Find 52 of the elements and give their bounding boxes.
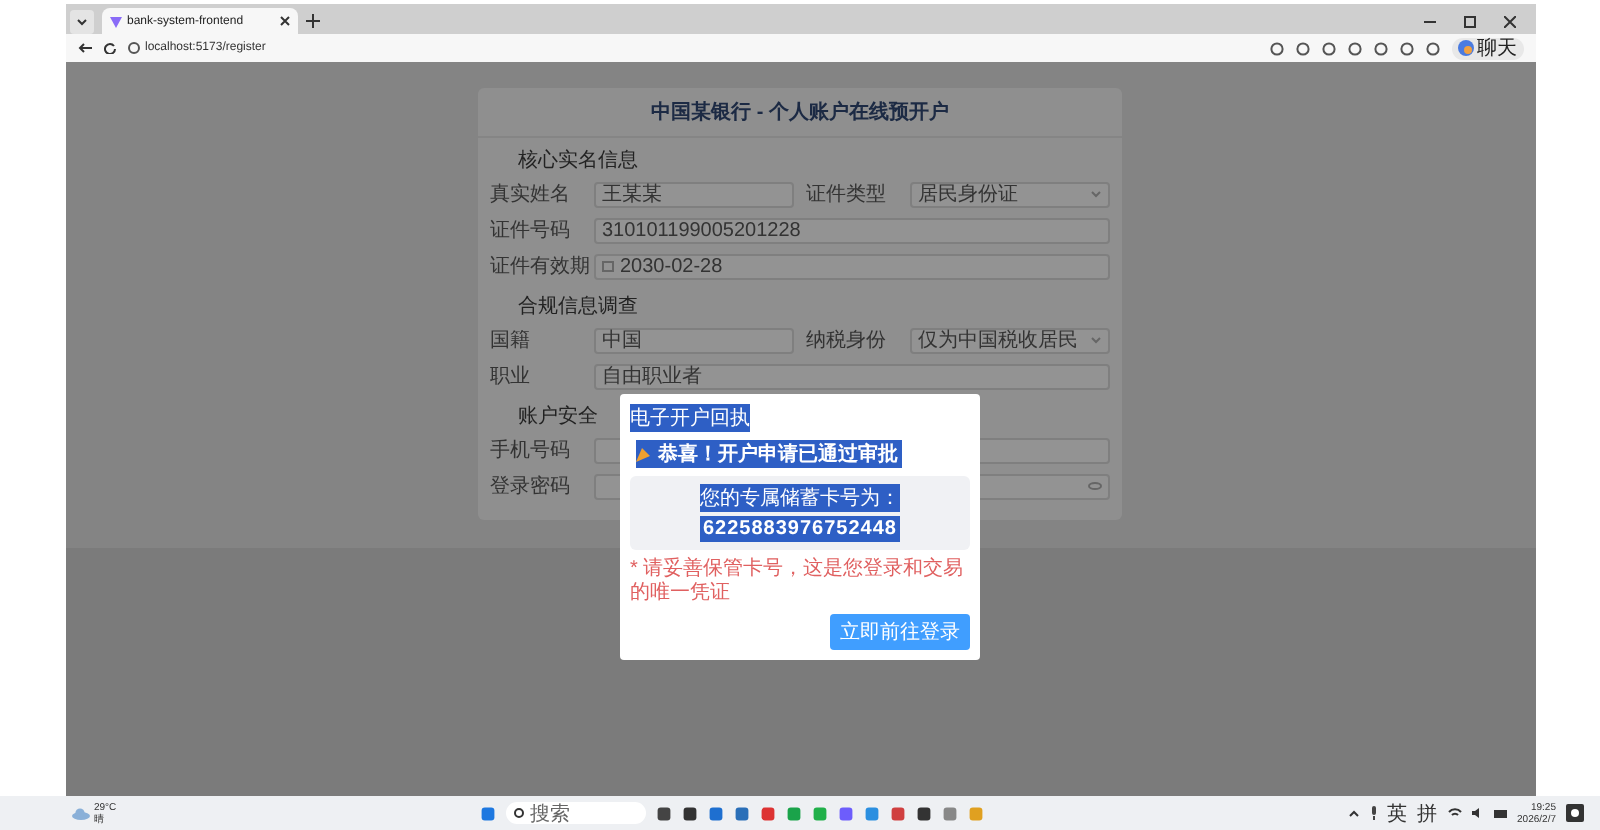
select-field[interactable]: 居民身份证 [910, 181, 1110, 207]
input-field[interactable]: 王某某 [594, 181, 794, 207]
input-field[interactable]: 中国 [594, 327, 794, 353]
speaker-icon[interactable] [1471, 808, 1484, 818]
field-label: 真实姓名 [490, 181, 572, 208]
eye-icon [1088, 482, 1102, 490]
chevron-up-icon[interactable] [1347, 809, 1360, 817]
windows-start-icon[interactable] [479, 805, 496, 821]
success-message: 恭喜！开户申请已通过审批 [636, 440, 902, 468]
party-popper-icon [636, 446, 652, 462]
input-field[interactable]: 310101199005201228 [594, 217, 1110, 243]
card-number: 6225883976752448 [699, 516, 901, 542]
input-method-indicator[interactable]: 英 [1387, 799, 1408, 827]
calendar-icon [602, 260, 614, 272]
info-icon[interactable] [127, 42, 139, 54]
wifi-icon[interactable] [1447, 808, 1462, 818]
field-label: 登录密码 [490, 473, 572, 500]
chevron-down-icon [1090, 336, 1102, 344]
copilot-button[interactable]: 聊天 [1451, 37, 1523, 59]
minimize-icon[interactable] [1423, 16, 1435, 28]
section-title: 核心实名信息 [518, 150, 638, 172]
chevron-down-icon [1090, 190, 1102, 198]
warning-note: * 请妥善保管卡号，这是您登录和交易的唯一凭证 [630, 558, 966, 606]
cloud-icon [72, 807, 90, 819]
field-label: 证件类型 [806, 181, 888, 208]
select-field[interactable]: 仅为中国税收居民 [910, 327, 1110, 353]
form-title: 中国某银行 - 个人账户在线预开户 [478, 88, 1122, 138]
field-label: 国籍 [490, 328, 532, 354]
close-icon[interactable] [1503, 16, 1515, 28]
input-method-indicator[interactable]: 拼 [1417, 799, 1438, 827]
tab-list-icon[interactable] [69, 10, 93, 34]
section-title: 合规信息调查 [518, 296, 638, 318]
field-label: 证件号码 [490, 218, 572, 244]
reload-icon[interactable] [103, 42, 115, 54]
field-label: 证件有效期 [490, 253, 590, 280]
search-field[interactable]: 搜索 [505, 802, 646, 824]
notification-icon[interactable] [1566, 804, 1584, 822]
restore-icon[interactable] [1463, 16, 1475, 28]
copilot-logo-icon [1457, 40, 1473, 56]
input-field[interactable]: 自由职业者 [594, 363, 1110, 389]
section-title: 账户安全 [518, 406, 598, 428]
battery-icon[interactable] [1493, 809, 1508, 817]
vite-logo-icon [109, 15, 121, 27]
field-label: 纳税身份 [806, 327, 888, 354]
date-field[interactable]: 2030-02-28 [594, 253, 1110, 279]
new-tab-icon[interactable] [305, 14, 319, 28]
field-label: 职业 [490, 363, 532, 390]
field-label: 手机号码 [490, 437, 572, 464]
dialog-title: 电子开户回执 [630, 404, 750, 432]
card-number-label: 您的专属储蓄卡号为： [700, 484, 900, 512]
close-icon[interactable] [279, 16, 289, 26]
back-arrow-icon[interactable] [77, 42, 91, 54]
